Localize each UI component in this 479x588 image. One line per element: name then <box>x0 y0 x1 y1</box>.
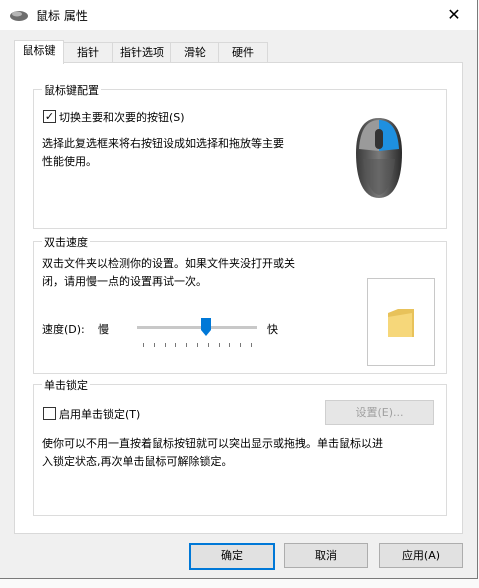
ok-button[interactable]: 确定 <box>189 543 275 570</box>
close-button[interactable]: ✕ <box>431 0 477 30</box>
cancel-button[interactable]: 取消 <box>284 543 368 568</box>
mouse-icon <box>10 11 28 21</box>
slider-tick <box>186 343 188 347</box>
slider-tick <box>143 343 144 347</box>
click-lock-settings-button[interactable]: 设置(E)... <box>325 400 434 425</box>
test-folder-area[interactable] <box>367 278 435 366</box>
mouse-illustration-icon <box>356 118 402 198</box>
tab-hardware[interactable]: 硬件 <box>218 42 268 63</box>
double-click-speed-slider[interactable] <box>137 326 257 329</box>
tab-pointer-options[interactable]: 指针选项 <box>112 42 172 63</box>
slow-label: 慢 <box>98 323 109 336</box>
slider-tick <box>207 343 209 347</box>
tab-wheel[interactable]: 滑轮 <box>170 42 220 63</box>
double-click-description: 闭，请用慢一点的设置再试一次。 <box>42 275 207 288</box>
click-lock-description: 入锁定状态,再次单击鼠标可解除锁定。 <box>42 455 233 468</box>
slider-tick <box>153 343 155 347</box>
tab-label: 鼠标键 <box>22 44 56 57</box>
tab-label: 硬件 <box>232 46 254 59</box>
double-click-description: 双击文件夹以检测你的设置。如果文件夹没打开或关 <box>42 257 295 270</box>
speed-label: 速度(D): <box>42 323 85 336</box>
slider-tick <box>164 343 166 347</box>
group-title: 双击速度 <box>42 234 90 250</box>
apply-button[interactable]: 应用(A) <box>379 543 463 568</box>
tab-label: 滑轮 <box>184 46 206 59</box>
mouse-properties-dialog: 鼠标 属性 ✕ 鼠标键 指针 指针选项 滑轮 硬件 鼠标键配置 ✓ 切换主要和次… <box>0 0 478 579</box>
button-config-description: 性能使用。 <box>42 155 97 168</box>
window-title: 鼠标 属性 <box>36 9 88 23</box>
tab-buttons[interactable]: 鼠标键 <box>14 40 64 64</box>
slider-tick <box>175 343 177 347</box>
button-config-description: 选择此复选框来将右按钮设成如选择和拖放等主要 <box>42 137 284 150</box>
slider-tick <box>240 343 242 347</box>
slider-tick <box>229 343 231 347</box>
switch-buttons-checkbox[interactable]: ✓ <box>43 110 56 123</box>
tab-pointers[interactable]: 指针 <box>62 42 114 63</box>
fast-label: 快 <box>267 323 278 336</box>
slider-thumb[interactable] <box>201 318 211 336</box>
close-icon: ✕ <box>447 5 461 24</box>
group-title: 单击锁定 <box>42 377 90 393</box>
group-title: 鼠标键配置 <box>42 82 101 98</box>
tab-panel-buttons: 鼠标键配置 ✓ 切换主要和次要的按钮(S) 选择此复选框来将右按钮设成如选择和拖… <box>14 62 463 534</box>
click-lock-checkbox[interactable] <box>43 407 56 420</box>
folder-icon <box>388 309 414 337</box>
title-bar: 鼠标 属性 ✕ <box>0 0 477 30</box>
slider-tick <box>197 343 198 347</box>
slider-tick <box>251 343 252 347</box>
click-lock-description: 使你可以不用一直按着鼠标按钮就可以突出显示或拖拽。单击鼠标以进 <box>42 437 383 450</box>
tab-label: 指针选项 <box>120 46 164 59</box>
click-lock-label[interactable]: 启用单击锁定(T) <box>59 406 140 422</box>
switch-buttons-label[interactable]: 切换主要和次要的按钮(S) <box>59 109 185 125</box>
tab-label: 指针 <box>77 46 99 59</box>
slider-tick <box>218 343 220 347</box>
